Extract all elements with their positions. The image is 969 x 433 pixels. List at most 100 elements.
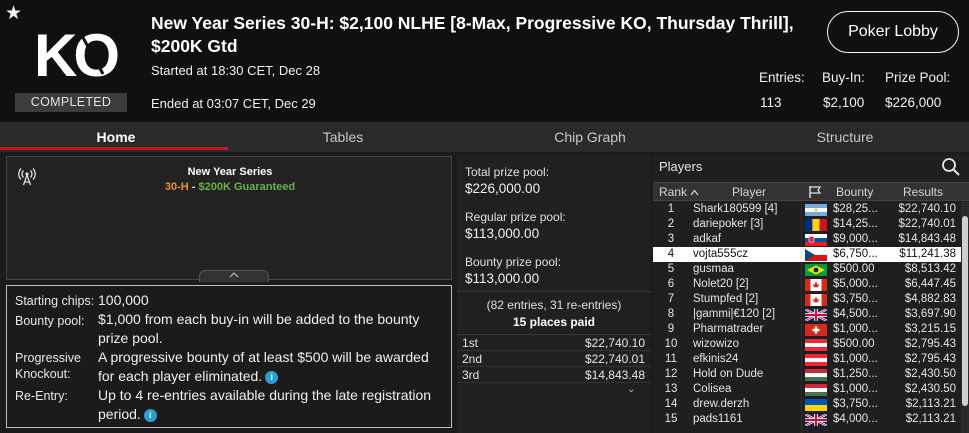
player-bounty: $4,500... [833,308,878,320]
expand-payouts-icon[interactable]: ⌄ [627,384,635,395]
total-prize-value: $226,000.00 [465,181,541,196]
ukraine-flag-icon [805,399,827,411]
hungary-flag-icon [805,369,827,381]
player-name: Shark180599 [4] [693,203,778,215]
players-list: 1 Shark180599 [4] $28,25... $22,740.10 2 dari… [653,202,961,427]
logo-text: KO [34,22,118,89]
collapse-toggle[interactable] [199,270,269,282]
player-name: dariepoker [3] [693,218,764,230]
player-rank: 6 [667,278,675,290]
player-name: pads1161 [693,413,743,425]
favorite-star-icon[interactable]: ★ [5,4,22,23]
player-row[interactable]: 9 Pharmatrader $1,000... $3,215.15 [653,322,961,337]
ko-logo: KO [32,14,118,92]
player-rank: 4 [667,248,675,260]
hungary-flag-icon [805,384,827,396]
bounty-column-header[interactable]: Bounty [836,185,873,199]
player-row[interactable]: 12 Hold on Dude $1,250... $2,430.50 [653,367,961,382]
payout-table: 1st $22,740.10 2nd $22,740.01 3rd $14,843.4… [457,334,651,383]
player-result: $3,215.15 [904,323,956,335]
player-bounty: $6,750... [833,248,878,260]
player-result: $2,113.21 [905,413,956,425]
player-result: $22,740.10 [898,203,956,215]
player-result: $2,430.50 [904,368,956,380]
players-panel: Players Rank Player Bounty Results 1 Shar… [653,154,969,433]
player-name: adkaf [693,233,722,245]
player-row[interactable]: 13 Colisea $1,000... $2,430.50 [653,382,961,397]
player-bounty: $9,000... [833,233,878,245]
player-result: $2,795.43 [904,353,956,365]
player-bounty: $1,000... [833,323,878,335]
player-row[interactable]: 14 drew.derzh $3,750... $2,113.21 [653,397,961,412]
status-badge: COMPLETED [15,93,127,112]
player-row[interactable]: 10 wizowizo $500.00 $2,795.43 [653,337,961,352]
regular-prize-value: $113,000.00 [465,226,540,241]
flag-column-icon[interactable] [808,185,822,199]
payout-row: 3rd $14,843.48 [457,367,651,383]
player-result: $22,740.01 [898,218,956,230]
player-name: gusmaa [693,263,734,275]
scrollbar-thumb[interactable] [962,216,968,406]
players-scrollbar[interactable] [961,202,969,433]
player-row[interactable]: 2 dariepoker [3] $14,25... $22,740.01 [653,217,961,232]
player-bounty: $3,750... [833,398,878,410]
player-bounty: $5,000... [833,278,878,290]
player-column-header[interactable]: Player [732,185,766,199]
player-rank: 8 [667,308,675,320]
total-prize-label: Total prize pool: [465,165,550,179]
player-bounty: $1,000... [833,353,878,365]
series-info-box: New Year Series 30-H - $200K Guaranteed [6,156,452,282]
tab-chip-graph[interactable]: Chip Graph [475,122,705,152]
player-name: vojta555cz [693,248,748,260]
czechia-flag-icon [805,249,827,261]
reentry-label: Re-Entry: [15,389,68,403]
player-bounty: $500.00 [833,263,875,275]
player-bounty: $1,000... [833,383,878,395]
player-name: Colisea [693,383,732,395]
player-name: efkinis24 [693,353,739,365]
end-time: Ended at 03:07 CET, Dec 29 [151,96,316,111]
player-rank: 9 [667,323,675,335]
results-column-header[interactable]: Results [903,185,943,199]
player-row[interactable]: 3 adkaf $9,000... $14,843.48 [653,232,961,247]
buyin-label: Buy-In: [822,70,865,85]
search-icon[interactable] [941,157,961,177]
chevron-up-icon [229,272,239,278]
rank-column-header[interactable]: Rank [659,185,687,199]
tab-structure[interactable]: Structure [730,122,960,152]
player-row[interactable]: 6 Nolet20 [2] $5,000... $6,447.45 [653,277,961,292]
reentry-info-icon[interactable]: i [143,408,157,422]
payout-place: 1st [462,336,479,350]
entries-summary: (82 entries, 31 re-entries) [486,298,622,312]
pko-info-icon[interactable]: i [265,370,279,384]
player-rank: 2 [667,218,675,230]
player-row[interactable]: 4 vojta555cz $6,750... $11,241.38 [653,247,961,262]
united-kingdom-flag-icon [805,309,827,321]
player-rank: 7 [667,293,675,305]
pko-label-line1: Progressive [15,351,81,365]
payout-row: 2nd $22,740.01 [457,351,651,367]
player-row[interactable]: 8 |gammi|€120 [2] $4,500... $3,697.90 [653,307,961,322]
payout-place: 3rd [462,368,480,382]
payout-row: 1st $22,740.10 [457,335,651,351]
player-result: $14,843.48 [898,233,956,245]
pko-label-line2: Knockout: [15,367,71,381]
payout-amount: $14,843.48 [584,368,645,382]
player-row[interactable]: 1 Shark180599 [4] $28,25... $22,740.10 [653,202,961,217]
player-row[interactable]: 11 efkinis24 $1,000... $2,795.43 [653,352,961,367]
player-name: Nolet20 [2] [693,278,749,290]
players-title: Players [659,159,703,174]
bounty-pool-label: Bounty pool: [15,314,85,328]
player-row[interactable]: 15 pads1161 $4,000... $2,113.21 [653,412,961,427]
austria-flag-icon [805,354,827,366]
bounty-prize-value: $113,000.00 [465,271,540,286]
player-row[interactable]: 7 Stumpfed [2] $3,750... $4,882.83 [653,292,961,307]
player-row[interactable]: 5 gusmaa $500.00 $8,513.42 [653,262,961,277]
tab-tables[interactable]: Tables [228,122,458,152]
player-rank: 12 [664,368,678,380]
player-result: $4,882.83 [904,293,956,305]
prize-pool-value: $226,000 [885,95,942,110]
poker-lobby-button[interactable]: Poker Lobby [827,11,959,53]
buyin-value: $2,100 [823,95,865,110]
player-bounty: $3,750... [833,293,878,305]
